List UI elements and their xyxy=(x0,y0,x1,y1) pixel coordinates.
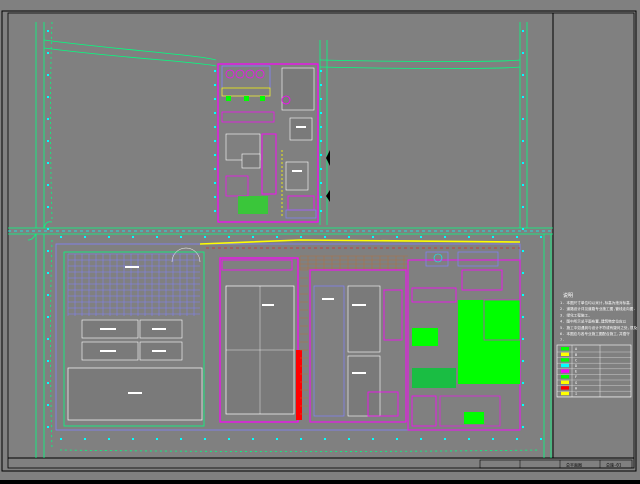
legend-symbol: D xyxy=(575,364,577,368)
legend-swatch xyxy=(561,347,569,351)
legend-symbol: F xyxy=(575,375,577,379)
legend-swatch xyxy=(561,386,569,390)
note-line: 2. 道路设计详见道路专业施工图,管线走向图. xyxy=(560,306,636,311)
legend-swatch xyxy=(561,352,569,356)
note-line: 3. 绿化工程施工, xyxy=(560,312,590,317)
note-line: 4. 图中所示总平面布置,建筑物定位应以 xyxy=(560,319,627,324)
legend-symbol: B xyxy=(575,353,577,357)
legend-swatch xyxy=(561,380,569,384)
legend-symbol: H xyxy=(575,386,577,390)
legend-swatch xyxy=(561,369,569,373)
site-plan-drawing: 说明 1. 本图尺寸单位均以米计,标高为绝对标高.2. 道路设计详见道路专业施工… xyxy=(0,0,640,480)
sheet-number: 总施-01 xyxy=(606,462,622,468)
legend-symbol: C xyxy=(575,358,577,362)
drawing-title: 总平面图 xyxy=(566,462,582,468)
note-line: 6. 本图应与各专业施工图配合施工,并遵守 xyxy=(560,331,630,336)
legend-swatch xyxy=(561,391,569,396)
legend-swatch xyxy=(561,358,569,362)
legend-swatch xyxy=(561,375,569,379)
note-line: 1. 本图尺寸单位均以米计,标高为绝对标高. xyxy=(560,300,632,305)
note-line: 5. 施工中如遇到与设计不符或有疑问之处,须及 xyxy=(560,325,637,330)
legend-symbol: E xyxy=(575,370,577,374)
notes-heading: 说明 xyxy=(563,292,573,299)
note-line: 7. xyxy=(560,338,564,342)
legend-symbol: G xyxy=(575,381,577,385)
cad-drawing-viewport[interactable]: 说明 1. 本图尺寸单位均以米计,标高为绝对标高. 2. 道路设计详见道路专业施工… xyxy=(0,0,640,480)
legend-symbol: I xyxy=(575,392,577,396)
legend-swatch xyxy=(561,363,569,368)
